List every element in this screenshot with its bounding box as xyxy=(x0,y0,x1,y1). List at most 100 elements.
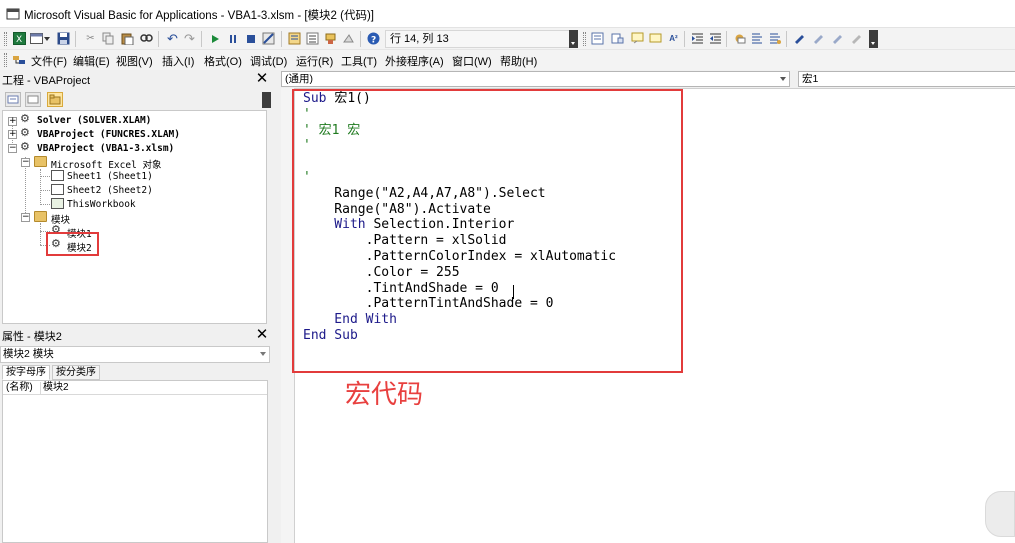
uncomment-block-icon[interactable] xyxy=(768,31,783,46)
menu-run[interactable]: 运行(R) xyxy=(296,53,333,69)
menu-window[interactable]: 窗口(W) xyxy=(452,53,492,69)
outdent-icon[interactable] xyxy=(708,31,723,46)
list-constants-icon[interactable] xyxy=(610,31,625,46)
toolbox-icon[interactable] xyxy=(341,31,356,46)
worksheet-icon xyxy=(51,170,64,181)
project-tree[interactable]: + ⚙ Solver (SOLVER.XLAM) + ⚙ VBAProject … xyxy=(2,110,267,324)
tree-item-sheet2[interactable]: Sheet2 (Sheet2) xyxy=(67,185,153,196)
find-icon[interactable] xyxy=(139,31,154,46)
floating-side-tab[interactable] xyxy=(985,491,1015,537)
expand-toggle[interactable]: + xyxy=(8,130,17,139)
run-icon[interactable] xyxy=(207,31,222,46)
object-combo-value: (通用) xyxy=(285,73,313,85)
object-combo[interactable]: (通用) xyxy=(281,71,790,87)
project-explorer-icon[interactable] xyxy=(287,31,302,46)
view-object-icon[interactable] xyxy=(25,92,41,107)
project-toolbar-dropdown[interactable] xyxy=(262,92,271,108)
help-icon[interactable]: ? xyxy=(366,31,381,46)
quick-info-icon[interactable] xyxy=(630,31,645,46)
workbook-icon xyxy=(51,198,64,209)
tree-item-excel-objects[interactable]: Microsoft Excel 对象 xyxy=(51,157,162,171)
standard-toolbar: X ✂ ↶ ↷ ? 行 14, 列 13 A² xyxy=(0,28,1015,50)
menu-edit[interactable]: 编辑(E) xyxy=(73,53,110,69)
paste-icon[interactable] xyxy=(120,31,135,46)
folder-icon xyxy=(34,156,47,167)
toolbar-options-dropdown[interactable] xyxy=(569,30,578,48)
tab-categorized[interactable]: 按分类序 xyxy=(52,365,100,380)
tree-item-vba13[interactable]: VBAProject (VBA1-3.xlsm) xyxy=(37,143,174,154)
svg-text:?: ? xyxy=(371,36,376,46)
project-pane-header: 工程 - VBAProject ✕ xyxy=(0,70,272,88)
properties-pane-header: 属性 - 模块2 ✕ xyxy=(0,326,272,344)
next-bookmark-icon[interactable] xyxy=(811,31,826,46)
prev-bookmark-icon[interactable] xyxy=(830,31,845,46)
chevron-down-icon xyxy=(780,77,786,81)
list-properties-icon[interactable] xyxy=(590,31,605,46)
vba-app-icon xyxy=(6,8,20,20)
tree-item-sheet1[interactable]: Sheet1 (Sheet1) xyxy=(67,171,153,182)
object-select[interactable]: 模块2 模块 xyxy=(0,346,270,363)
menu-insert[interactable]: 插入(I) xyxy=(162,53,194,69)
window-title: Microsoft Visual Basic for Applications … xyxy=(24,10,374,22)
menu-format[interactable]: 格式(O) xyxy=(204,53,242,69)
chevron-down-icon[interactable] xyxy=(43,31,51,46)
chevron-down-icon xyxy=(260,352,266,356)
indent-icon[interactable] xyxy=(690,31,705,46)
reset-icon[interactable] xyxy=(243,31,258,46)
object-select-value: 模块2 模块 xyxy=(3,348,54,360)
view-code-icon[interactable] xyxy=(5,92,21,107)
clear-bookmarks-icon[interactable] xyxy=(849,31,864,46)
annotation-caption: 宏代码 xyxy=(345,380,424,410)
menu-debug[interactable]: 调试(D) xyxy=(250,53,287,69)
toolbar-grip[interactable] xyxy=(583,32,586,46)
tree-item-solver[interactable]: Solver (SOLVER.XLAM) xyxy=(37,115,151,126)
insert-userform-icon[interactable] xyxy=(29,31,44,46)
title-bar: Microsoft Visual Basic for Applications … xyxy=(0,0,1015,28)
collapse-toggle[interactable]: − xyxy=(8,144,17,153)
properties-pane-title: 属性 - 模块2 xyxy=(2,331,62,343)
module2-highlight-box xyxy=(46,232,99,256)
menu-view[interactable]: 视图(V) xyxy=(116,53,153,69)
toggle-bookmark-icon[interactable] xyxy=(792,31,807,46)
tree-item-funcres[interactable]: VBAProject (FUNCRES.XLAM) xyxy=(37,129,180,140)
procedure-combo[interactable]: 宏1 xyxy=(798,71,1015,87)
pane-splitter[interactable] xyxy=(272,70,280,543)
menu-tools[interactable]: 工具(T) xyxy=(341,53,377,69)
tree-item-thisworkbook[interactable]: ThisWorkbook xyxy=(67,199,136,210)
close-icon[interactable]: ✕ xyxy=(255,327,269,342)
properties-window-icon[interactable] xyxy=(305,31,320,46)
property-row[interactable]: (名称) 模块2 xyxy=(3,382,267,395)
tab-alphabetic[interactable]: 按字母序 xyxy=(2,365,50,380)
project-pane-title: 工程 - VBAProject xyxy=(2,75,91,87)
copy-icon[interactable] xyxy=(101,31,116,46)
comment-block-icon[interactable] xyxy=(750,31,765,46)
menu-grip[interactable] xyxy=(4,53,7,67)
cut-icon[interactable]: ✂ xyxy=(83,31,98,46)
code-highlight-box xyxy=(292,89,683,373)
save-icon[interactable] xyxy=(56,31,71,46)
menu-addins[interactable]: 外接程序(A) xyxy=(385,53,444,69)
expand-toggle[interactable]: + xyxy=(8,117,17,126)
excel-icon[interactable]: X xyxy=(12,31,27,46)
project-pane-toolbar xyxy=(0,88,272,110)
collapse-toggle[interactable]: − xyxy=(21,158,30,167)
collapse-toggle[interactable]: − xyxy=(21,213,30,222)
toggle-breakpoint-icon[interactable] xyxy=(732,31,747,46)
object-browser-icon[interactable] xyxy=(323,31,338,46)
property-value[interactable]: 模块2 xyxy=(43,382,69,394)
toolbar-grip[interactable] xyxy=(4,32,7,46)
menu-file[interactable]: 文件(F) xyxy=(31,53,67,69)
close-icon[interactable]: ✕ xyxy=(255,71,269,86)
complete-word-icon[interactable]: A² xyxy=(666,31,681,46)
svg-text:X: X xyxy=(16,35,22,45)
menu-help[interactable]: 帮助(H) xyxy=(500,53,537,69)
design-mode-icon[interactable] xyxy=(261,31,276,46)
redo-icon[interactable]: ↷ xyxy=(182,31,197,46)
toolbar-options-dropdown-2[interactable] xyxy=(869,30,878,48)
vba-menu-icon[interactable] xyxy=(11,52,26,67)
undo-icon[interactable]: ↶ xyxy=(165,31,180,46)
parameter-info-icon[interactable] xyxy=(648,31,663,46)
break-icon[interactable] xyxy=(225,31,240,46)
toggle-folders-icon[interactable] xyxy=(47,92,63,107)
vba-project-icon: ⚙ xyxy=(20,113,30,125)
